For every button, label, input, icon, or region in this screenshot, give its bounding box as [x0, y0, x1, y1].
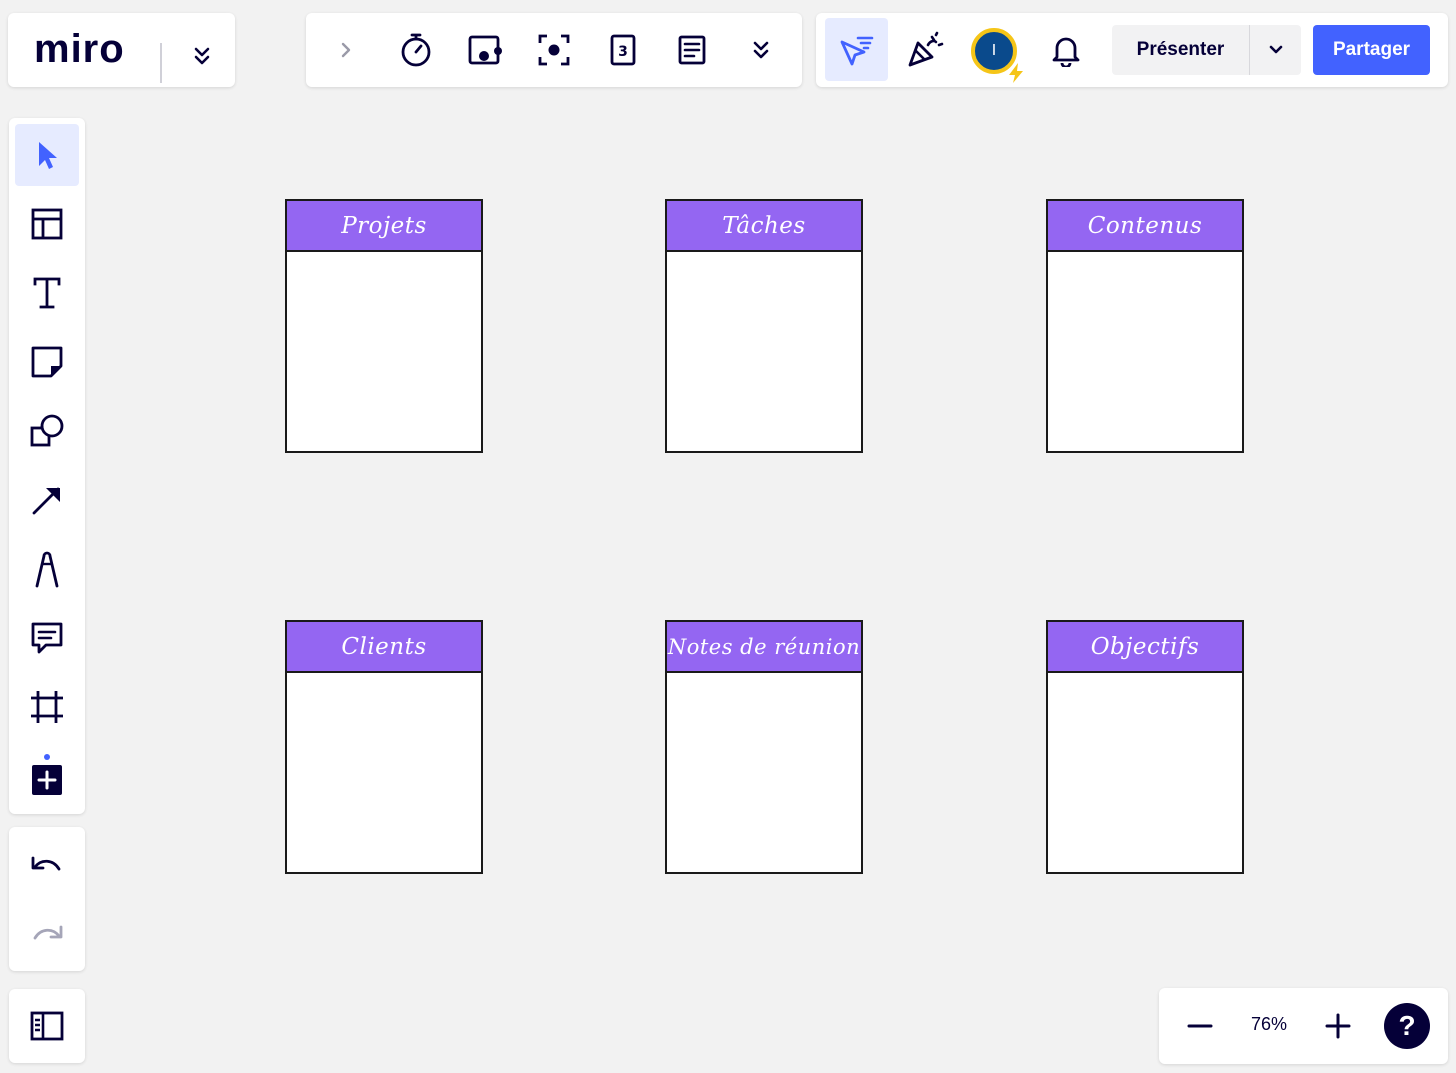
add-apps-tool[interactable]	[15, 745, 79, 807]
focus-icon	[538, 34, 570, 66]
undo-button[interactable]	[15, 835, 79, 897]
card-title: Clients	[287, 622, 481, 673]
add-apps-icon	[32, 754, 62, 795]
redo-icon	[33, 925, 63, 940]
card-title: Tâches	[667, 201, 861, 252]
redo-button[interactable]	[15, 904, 79, 966]
share-button[interactable]: Partager	[1313, 25, 1430, 75]
board-card[interactable]: Notes de réunion	[665, 620, 863, 874]
video-chat-button[interactable]	[464, 29, 506, 71]
double-chevron-down-icon	[194, 47, 210, 65]
miro-logo[interactable]: miro	[34, 27, 125, 72]
timer-icon	[401, 33, 431, 67]
notifications-button[interactable]	[1034, 18, 1097, 81]
logo-divider	[160, 43, 162, 83]
voting-button[interactable]: 3	[602, 29, 644, 71]
frame-icon	[31, 691, 63, 723]
select-tool[interactable]	[15, 124, 79, 186]
lightning-icon	[1009, 63, 1023, 83]
share-toolbar: I Présenter Partager	[816, 13, 1448, 87]
collaboration-toolbar: 3	[306, 13, 802, 87]
comment-icon	[31, 622, 63, 654]
chevron-down-icon	[1269, 45, 1282, 54]
celebrate-icon	[908, 31, 943, 66]
notes-icon	[678, 35, 706, 65]
chevron-right-icon	[341, 42, 351, 58]
card-title: Contenus	[1048, 201, 1242, 252]
pen-icon	[35, 551, 59, 588]
zoom-level[interactable]: 76%	[1237, 1014, 1301, 1035]
cursor-follow-button[interactable]	[825, 18, 888, 81]
zoom-out-button[interactable]	[1179, 1005, 1221, 1047]
templates-icon	[31, 208, 63, 240]
expand-toolbar-button[interactable]	[325, 29, 367, 71]
sticky-note-tool[interactable]	[15, 331, 79, 393]
cursor-follow-icon	[840, 36, 873, 65]
plus-icon	[1325, 1013, 1351, 1039]
board-card[interactable]: Contenus	[1046, 199, 1244, 453]
card-title: Objectifs	[1048, 622, 1242, 673]
board-menu-button[interactable]	[181, 35, 223, 77]
creation-toolbar	[9, 118, 85, 814]
shapes-tool[interactable]	[15, 400, 79, 462]
help-button[interactable]: ?	[1384, 1003, 1430, 1049]
arrow-icon	[32, 487, 60, 515]
celebrate-button[interactable]	[894, 18, 957, 81]
panels-toolbar	[9, 989, 85, 1063]
card-title: Notes de réunion	[667, 622, 861, 673]
present-group: Présenter	[1112, 25, 1301, 75]
undo-icon	[31, 856, 61, 871]
logo-panel: miro	[8, 13, 235, 87]
svg-text:3: 3	[618, 44, 628, 60]
bell-icon	[1052, 37, 1079, 67]
history-toolbar	[9, 827, 85, 971]
text-tool[interactable]	[15, 262, 79, 324]
minus-icon	[1187, 1024, 1213, 1028]
double-chevron-down-icon	[753, 41, 769, 59]
panels-icon	[30, 1011, 64, 1041]
user-avatar[interactable]: I	[971, 28, 1023, 83]
board-card[interactable]: Clients	[285, 620, 483, 874]
card-title: Projets	[287, 201, 481, 252]
present-button[interactable]: Présenter	[1112, 25, 1249, 75]
sticky-note-icon	[31, 346, 63, 378]
shapes-icon	[30, 414, 64, 447]
timer-button[interactable]	[395, 29, 437, 71]
arrow-tool[interactable]	[15, 469, 79, 531]
board-card[interactable]: Tâches	[665, 199, 863, 453]
board-panels-button[interactable]	[15, 995, 79, 1057]
zoom-controls: 76% ?	[1159, 988, 1448, 1064]
comment-tool[interactable]	[15, 607, 79, 669]
voting-card-icon: 3	[610, 34, 636, 66]
notes-button[interactable]	[671, 29, 713, 71]
pen-tool[interactable]	[15, 538, 79, 600]
text-icon	[33, 277, 61, 309]
video-cursor-icon	[468, 35, 502, 65]
bring-everyone-button[interactable]	[533, 29, 575, 71]
board-card[interactable]: Projets	[285, 199, 483, 453]
present-dropdown-button[interactable]	[1250, 25, 1301, 75]
zoom-in-button[interactable]	[1317, 1005, 1359, 1047]
more-tools-button[interactable]	[740, 29, 782, 71]
templates-tool[interactable]	[15, 193, 79, 255]
board-card[interactable]: Objectifs	[1046, 620, 1244, 874]
select-icon	[39, 142, 57, 169]
frame-tool[interactable]	[15, 676, 79, 738]
